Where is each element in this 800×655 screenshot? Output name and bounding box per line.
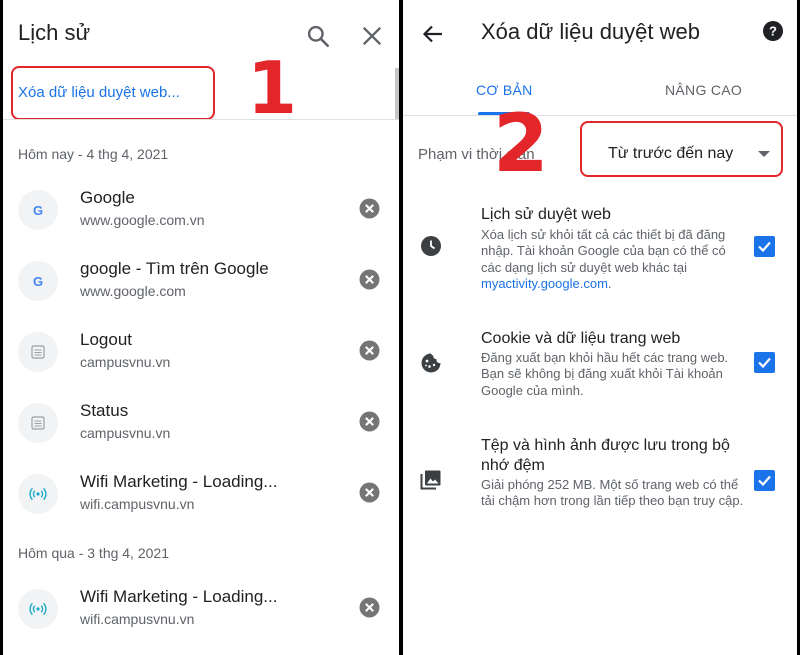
- option-description: Xóa lịch sử khỏi tất cả các thiết bị đã …: [481, 227, 726, 291]
- tab-advanced[interactable]: NÂNG CAO: [665, 82, 742, 98]
- remove-icon[interactable]: [359, 597, 380, 618]
- annotation-box-1: [11, 66, 215, 120]
- history-item-title: Wifi Marketing - Loading...: [80, 472, 278, 491]
- history-item-url: campusvnu.vn: [80, 425, 171, 441]
- tab-basic[interactable]: CƠ BẢN: [476, 82, 533, 98]
- svg-text:?: ?: [769, 24, 777, 39]
- option-title: Lịch sử duyệt web: [481, 206, 611, 223]
- history-item-url: wifi.campusvnu.vn: [80, 611, 195, 627]
- history-item[interactable]: G google - Tìm trên Google www.google.co…: [3, 253, 399, 313]
- image-icon: [420, 469, 444, 493]
- annotation-number-1: 1: [247, 46, 298, 130]
- cached-files-checkbox[interactable]: [754, 470, 775, 491]
- annotation-number-2: 2: [493, 97, 549, 190]
- page-title: Xóa dữ liệu duyệt web: [481, 19, 700, 44]
- wifi-icon: [18, 474, 58, 514]
- history-item[interactable]: Wifi Marketing - Loading... wifi.campusv…: [3, 581, 399, 641]
- remove-icon[interactable]: [359, 482, 380, 503]
- remove-icon[interactable]: [359, 411, 380, 432]
- close-icon[interactable]: [359, 23, 385, 49]
- history-item[interactable]: G Google www.google.com.vn: [3, 182, 399, 242]
- remove-icon[interactable]: [359, 269, 380, 290]
- document-icon: [18, 403, 58, 443]
- myactivity-link[interactable]: myactivity.google.com: [481, 276, 608, 291]
- history-item-title: Wifi Marketing - Loading...: [80, 587, 278, 606]
- history-item-title: Logout: [80, 330, 132, 349]
- section-label-today: Hôm nay - 4 thg 4, 2021: [18, 146, 169, 162]
- option-title: Cookie và dữ liệu trang web: [481, 330, 681, 347]
- browsing-history-checkbox[interactable]: [754, 236, 775, 257]
- history-item-url: campusvnu.vn: [80, 354, 171, 370]
- history-item[interactable]: Status campusvnu.vn: [3, 395, 399, 455]
- scrollbar-thumb[interactable]: [395, 68, 399, 120]
- history-panel: Lịch sử Xóa dữ liệu duyệt web... 1 Hôm n…: [3, 0, 399, 655]
- history-item-title: Status: [80, 401, 129, 420]
- help-icon[interactable]: ?: [762, 20, 786, 44]
- history-item-title: Google: [80, 188, 135, 207]
- divider: [3, 119, 399, 120]
- history-item-url: www.google.com.vn: [80, 212, 205, 228]
- google-g-icon: G: [18, 261, 58, 301]
- google-g-icon: G: [18, 190, 58, 230]
- annotation-box-2: [580, 121, 783, 177]
- back-arrow-icon[interactable]: [421, 22, 445, 46]
- option-description: Đăng xuất bạn khỏi hầu hết các trang web…: [481, 350, 729, 398]
- option-title: Tệp và hình ảnh được lưu trong bộ nhớ đệ…: [481, 437, 730, 474]
- clock-icon: [420, 235, 444, 259]
- history-item[interactable]: Logout campusvnu.vn: [3, 324, 399, 384]
- cookie-icon: [420, 352, 444, 376]
- divider: [403, 115, 797, 116]
- cookies-checkbox[interactable]: [754, 352, 775, 373]
- history-item-url: wifi.campusvnu.vn: [80, 496, 195, 512]
- document-icon: [18, 332, 58, 372]
- remove-icon[interactable]: [359, 198, 380, 219]
- option-description: Giải phóng 252 MB. Một số trang web có t…: [481, 477, 744, 509]
- history-item[interactable]: Wifi Marketing - Loading... wifi.campusv…: [3, 466, 399, 526]
- clear-data-panel: Xóa dữ liệu duyệt web ? CƠ BẢN NÂNG CAO …: [403, 0, 797, 655]
- remove-icon[interactable]: [359, 340, 380, 361]
- search-icon[interactable]: [305, 23, 331, 49]
- history-title: Lịch sử: [18, 20, 91, 45]
- history-item-title: google - Tìm trên Google: [80, 259, 269, 278]
- wifi-icon: [18, 589, 58, 629]
- history-item-url: www.google.com: [80, 283, 186, 299]
- section-label-yesterday: Hôm qua - 3 thg 4, 2021: [18, 545, 169, 561]
